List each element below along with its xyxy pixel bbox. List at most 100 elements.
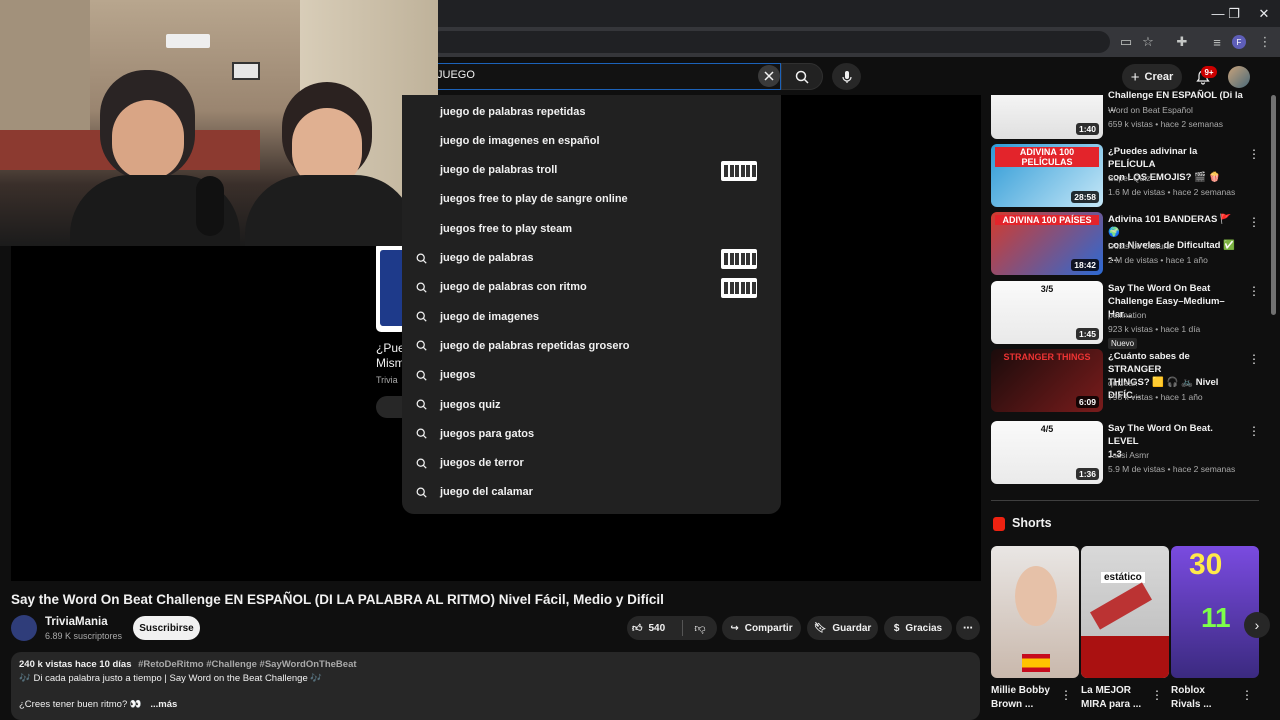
search-icon — [402, 302, 440, 331]
recommended-menu-icon[interactable]: ⋮ — [1248, 352, 1260, 366]
suggestion-text: juego de palabras troll — [440, 164, 558, 177]
shorts-next-button[interactable]: › — [1244, 612, 1270, 638]
thumbnail-overlay-text: 4/5 — [1040, 424, 1054, 434]
sidebar-scrollbar[interactable] — [1271, 95, 1276, 315]
clear-search-button[interactable] — [758, 65, 780, 87]
search-suggestion-item[interactable]: juego de imagenes en español — [402, 126, 781, 155]
short-1-face — [1015, 566, 1057, 626]
search-suggestion-item[interactable]: juegos — [402, 361, 781, 390]
voice-search-button[interactable] — [832, 63, 861, 90]
suggestion-text: juego de palabras con ritmo — [440, 281, 587, 294]
end-screen-title-line1: ¿Pue — [376, 341, 405, 355]
search-suggestion-item[interactable]: juego de palabras — [402, 244, 781, 273]
search-suggestion-item[interactable]: juego de palabras con ritmo — [402, 273, 781, 302]
reading-list-icon[interactable]: ≡ — [1208, 33, 1226, 51]
more-actions-button[interactable]: ⋯ — [956, 616, 980, 640]
bookmark-star-icon[interactable]: ☆ — [1139, 33, 1157, 51]
dislike-button[interactable]: 👎︎ — [688, 616, 712, 640]
short-title-3[interactable]: Roblox Rivals ... — [1171, 684, 1212, 712]
recommended-menu-icon[interactable]: ⋮ — [1248, 284, 1260, 298]
recommended-thumbnail[interactable]: ADIVINA 100 PAÍSES 18:42 — [991, 212, 1103, 275]
search-icon — [402, 244, 440, 273]
recommended-menu-icon[interactable]: ⋮ — [1248, 215, 1260, 229]
hashtags[interactable]: #RetoDeRitmo #Challenge #SayWordOnTheBea… — [138, 659, 356, 670]
search-icon — [795, 70, 809, 84]
shorts-icon — [993, 517, 1005, 531]
search-suggestion-item[interactable]: juego de palabras repetidas grosero — [402, 331, 781, 360]
profile-icon[interactable]: F — [1232, 35, 1246, 49]
search-suggestion-item[interactable]: juego de palabras repetidas — [402, 97, 781, 126]
short-3-menu-icon[interactable]: ⋮ — [1241, 688, 1253, 702]
recommended-thumbnail[interactable]: ADIVINA 100 PELÍCULAS 28:58 — [991, 144, 1103, 207]
channel-avatar[interactable] — [11, 615, 37, 641]
short-title-1[interactable]: Millie Bobby Brown ... — [991, 684, 1050, 712]
video-duration: 1:45 — [1075, 328, 1099, 340]
recommended-thumbnail[interactable]: 1:40 — [991, 95, 1103, 139]
thanks-button[interactable]: $ Gracias — [884, 616, 952, 640]
share-button[interactable]: ↪ Compartir — [722, 616, 801, 640]
recommended-thumbnail[interactable]: 4/5 1:36 — [991, 421, 1103, 484]
recommended-menu-icon[interactable]: ⋮ — [1248, 424, 1260, 438]
search-icon — [402, 478, 440, 507]
show-more-link[interactable]: ...más — [150, 699, 177, 710]
suggestion-thumbnail — [721, 248, 757, 269]
account-avatar[interactable] — [1228, 66, 1250, 88]
short-2-overlay-text: estático — [1101, 572, 1145, 583]
recommended-channel[interactable]: quizear. — [1108, 378, 1138, 388]
plus-icon: + — [1130, 68, 1140, 86]
end-screen-button[interactable] — [376, 396, 402, 418]
restore-button[interactable]: ❐ — [1219, 0, 1249, 27]
search-suggestion-item[interactable]: juegos free to play de sangre online — [402, 185, 781, 214]
suggestion-text: juegos free to play de sangre online — [440, 193, 628, 206]
search-icon — [402, 331, 440, 360]
bookmark-icon: 🔖︎ — [813, 622, 827, 634]
search-suggestion-item[interactable]: juego del calamar — [402, 478, 781, 507]
chevron-right-icon: › — [1254, 617, 1260, 633]
save-button[interactable]: 🔖︎ Guardar — [807, 616, 878, 640]
recommended-menu-icon[interactable]: ⋮ — [1248, 147, 1260, 161]
recommended-thumbnail[interactable]: 3/5 1:45 — [991, 281, 1103, 344]
short-2-menu-icon[interactable]: ⋮ — [1151, 688, 1163, 702]
thanks-label: Gracias — [905, 622, 943, 634]
thumbs-up-icon: 👍︎ — [632, 623, 643, 634]
create-button[interactable]: + Crear — [1122, 64, 1182, 90]
webcam-air-conditioner — [166, 34, 210, 48]
suggestion-thumbnail — [721, 160, 757, 181]
close-window-button[interactable]: ✕ — [1249, 0, 1279, 27]
extensions-icon[interactable]: ✚ — [1173, 33, 1191, 51]
subscribe-button[interactable]: Suscribirse — [133, 616, 200, 640]
address-bar[interactable] — [430, 31, 1110, 53]
short-thumbnail-2[interactable]: estático — [1081, 546, 1169, 678]
short-thumbnail-1[interactable] — [991, 546, 1079, 678]
search-suggestion-item[interactable]: juego de imagenes — [402, 302, 781, 331]
suggestion-text: juego de imagenes — [440, 310, 540, 323]
short-thumbnail-3[interactable]: 30 11 — [1171, 546, 1259, 678]
suggestion-text: juego de palabras — [440, 252, 534, 264]
recommended-channel[interactable]: Dosis de Cultura — [1108, 241, 1171, 251]
search-suggestion-item[interactable]: juegos free to play steam — [402, 214, 781, 243]
search-icon — [402, 390, 440, 419]
short-title-2[interactable]: La MEJOR MIRA para ... — [1081, 684, 1141, 712]
recommended-channel[interactable]: Jassi Asmr — [1108, 450, 1149, 460]
recommended-meta: 1.6 M de vistas • hace 2 semanas — [1108, 187, 1236, 197]
recommended-channel[interactable]: Super Quiz — [1108, 173, 1151, 183]
short-2-bottom — [1081, 636, 1169, 678]
recommended-channel[interactable]: pollination — [1108, 310, 1146, 320]
search-button[interactable] — [781, 63, 823, 90]
short-1-menu-icon[interactable]: ⋮ — [1060, 688, 1072, 702]
search-suggestion-item[interactable]: juegos para gatos — [402, 419, 781, 448]
cast-icon[interactable]: ▭ — [1117, 33, 1135, 51]
webcam-person-right-body — [245, 175, 415, 246]
search-suggestion-item[interactable]: juegos de terror — [402, 449, 781, 478]
search-suggestion-item[interactable]: juego de palabras troll — [402, 156, 781, 185]
recommended-thumbnail[interactable]: STRANGER THINGS 6:09 — [991, 349, 1103, 412]
like-button[interactable]: 👍︎ 540 — [632, 616, 682, 640]
browser-menu-icon[interactable]: ⋮ — [1256, 33, 1274, 51]
video-title: Say the Word On Beat Challenge EN ESPAÑO… — [11, 592, 664, 607]
recommended-channel[interactable]: Word on Beat Español — [1108, 105, 1193, 115]
new-badge: Nuevo — [1108, 338, 1138, 349]
search-suggestion-item[interactable]: juegos quiz — [402, 390, 781, 419]
video-duration: 18:42 — [1071, 259, 1099, 271]
channel-name[interactable]: TriviaMania — [45, 616, 108, 628]
view-stats: 240 k vistas hace 10 días #RetoDeRitmo #… — [19, 659, 357, 670]
